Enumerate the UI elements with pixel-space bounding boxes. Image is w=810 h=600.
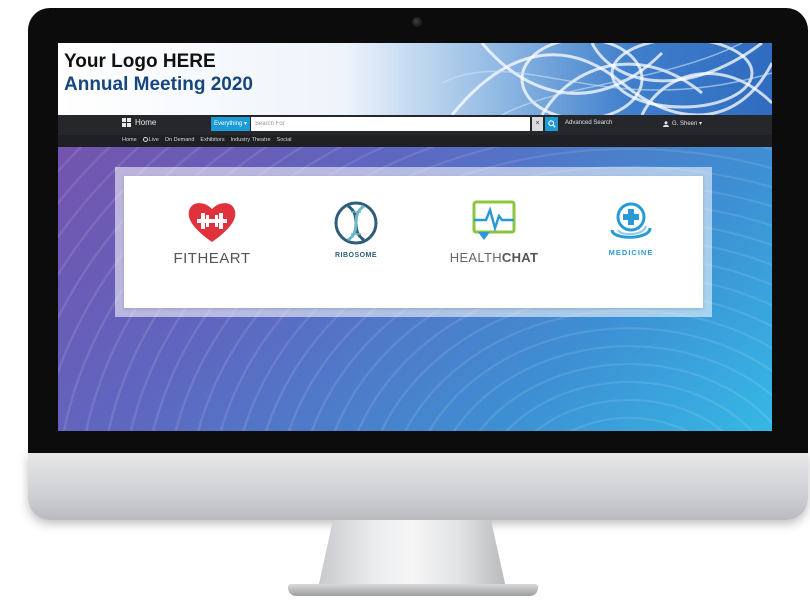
dna-helix-icon xyxy=(334,201,378,245)
user-menu[interactable]: G. Sheen ▾ xyxy=(663,120,702,127)
camera-icon xyxy=(412,17,422,27)
subnav-item-exhibitors[interactable]: Exhibitors xyxy=(200,137,224,143)
subnav-item-on-demand[interactable]: On Demand xyxy=(165,137,195,143)
grid-menu-icon xyxy=(122,118,131,127)
sponsor-name: FITHEART xyxy=(173,250,251,267)
advanced-search-link[interactable]: Advanced Search xyxy=(565,120,612,126)
subnav-item-industry-theatre[interactable]: Industry Theatre xyxy=(231,137,271,143)
screen: Your Logo HERE Annual Meeting 2020 Home … xyxy=(58,43,772,431)
header-banner: Your Logo HERE Annual Meeting 2020 xyxy=(58,43,772,115)
home-link[interactable]: Home xyxy=(122,118,156,127)
sponsor-fitheart[interactable]: FITHEART xyxy=(152,200,272,290)
sponsor-medicine[interactable]: MEDICINE xyxy=(571,200,691,290)
subnav-item-live-label: Live xyxy=(148,137,159,143)
search-button[interactable] xyxy=(545,117,558,131)
sponsor-name: MEDICINE xyxy=(608,248,654,257)
monitor: Your Logo HERE Annual Meeting 2020 Home … xyxy=(28,8,808,520)
user-icon xyxy=(663,120,669,127)
sponsor-panel: FITHEART RIBOSOME HEALTHCHAT MEDICINE xyxy=(124,176,703,308)
subnav-item-home[interactable]: Home xyxy=(122,137,137,143)
search-scope-dropdown[interactable]: Everything ▾ xyxy=(211,117,250,131)
sponsor-name: RIBOSOME xyxy=(334,252,378,259)
live-icon xyxy=(142,137,148,142)
subnav-item-social[interactable]: Social xyxy=(277,137,292,143)
sponsor-panel-frame: FITHEART RIBOSOME HEALTHCHAT MEDICINE xyxy=(115,167,712,317)
monitor-stand xyxy=(318,520,506,588)
monitor-base xyxy=(288,584,538,596)
monitor-chin xyxy=(28,453,808,520)
clear-search-button[interactable]: × xyxy=(532,117,543,131)
event-title: Annual Meeting 2020 xyxy=(64,74,253,95)
heart-barbell-icon xyxy=(188,203,236,242)
secondary-navbar: Home Live On Demand Exhibitors Industry … xyxy=(58,135,772,147)
sponsor-name: HEALTHCHAT xyxy=(449,250,539,265)
search-input[interactable] xyxy=(251,117,530,131)
heartbeat-chat-icon xyxy=(472,200,516,240)
top-navbar: Home Everything ▾ × Advanced Search xyxy=(58,115,772,135)
home-label: Home xyxy=(135,118,157,127)
medical-cross-icon xyxy=(610,202,652,239)
subnav-item-live[interactable]: Live xyxy=(142,137,159,143)
banner-artwork xyxy=(442,43,772,115)
search-icon xyxy=(547,120,556,128)
user-name: G. Sheen ▾ xyxy=(672,121,703,127)
logo-placeholder: Your Logo HERE xyxy=(64,51,216,72)
sponsor-healthchat[interactable]: HEALTHCHAT xyxy=(434,200,554,290)
monitor-bezel: Your Logo HERE Annual Meeting 2020 Home … xyxy=(28,8,808,453)
sponsor-ribosome[interactable]: RIBOSOME xyxy=(296,200,416,290)
